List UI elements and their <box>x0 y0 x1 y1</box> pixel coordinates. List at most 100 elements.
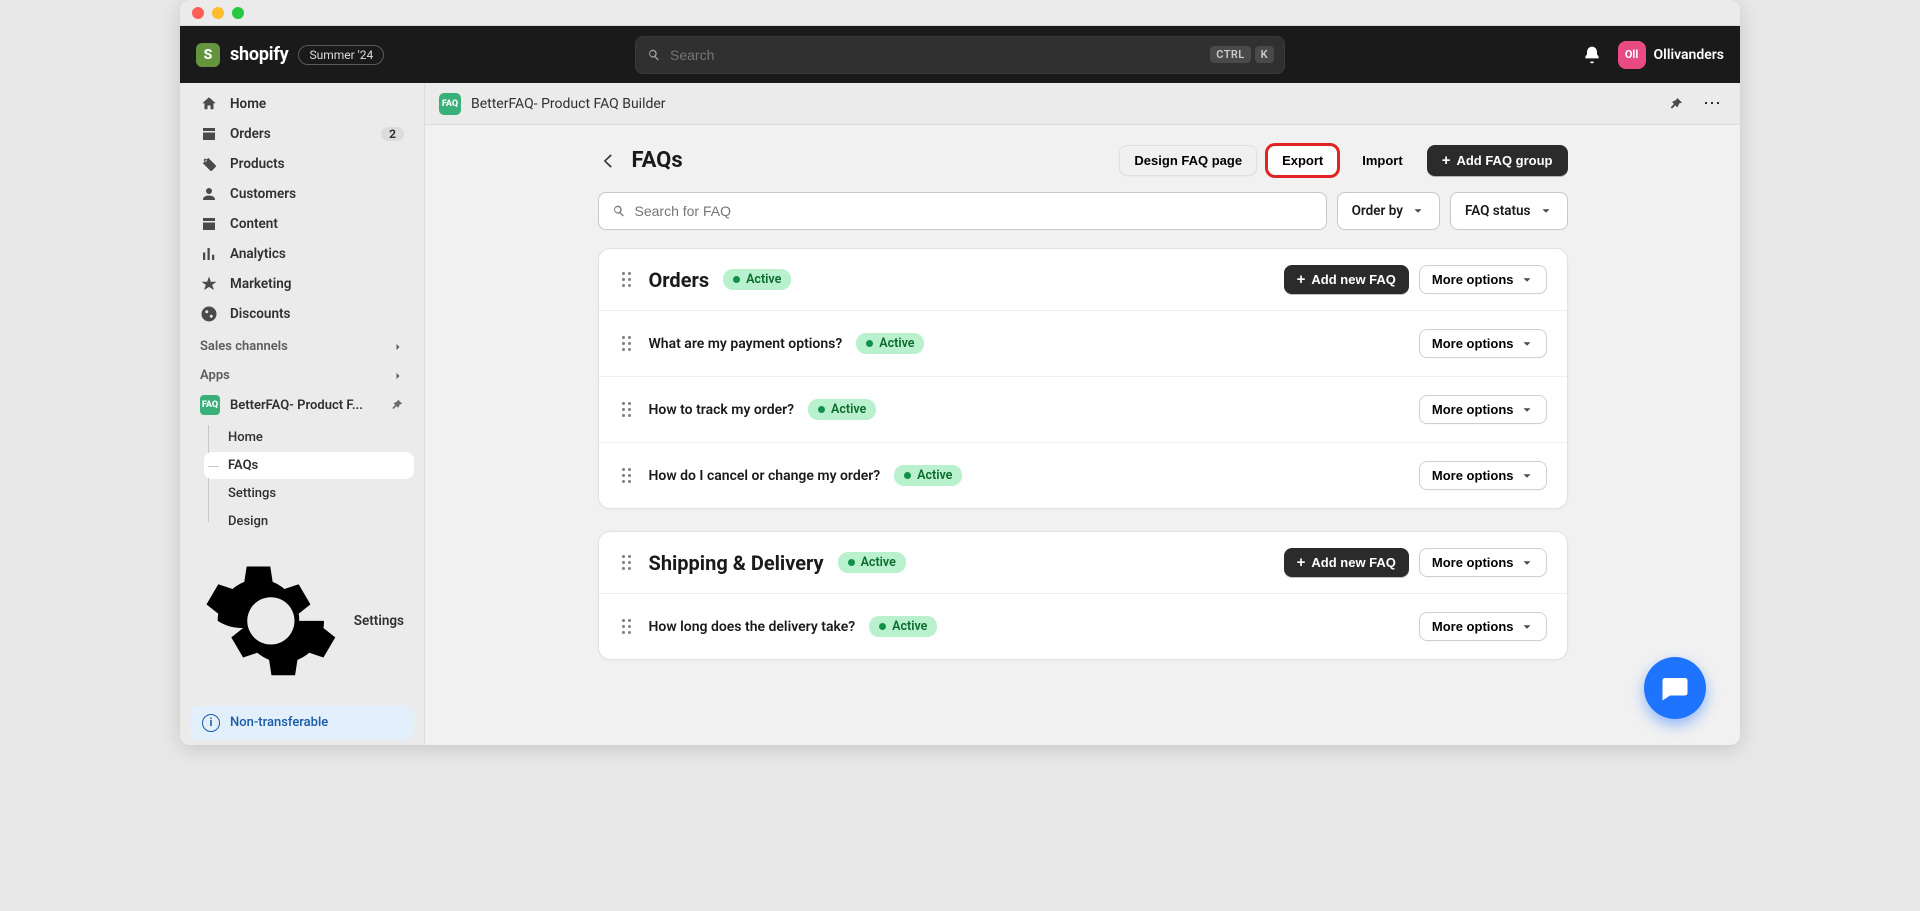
add-faq-group-button[interactable]: + Add FAQ group <box>1427 145 1568 176</box>
filter-row: Order by FAQ status <box>598 192 1568 230</box>
drag-handle-icon[interactable] <box>619 272 635 287</box>
faq-more-options-button[interactable]: More options <box>1419 612 1547 641</box>
drag-handle-icon[interactable] <box>619 468 635 483</box>
group-title: Orders <box>649 268 710 292</box>
app-sub-settings[interactable]: Settings <box>204 480 414 507</box>
add-faq-group-label: Add FAQ group <box>1456 153 1552 168</box>
notifications-icon[interactable] <box>1582 45 1602 65</box>
chevron-right-icon <box>392 341 404 353</box>
faq-more-options-button[interactable]: More options <box>1419 395 1547 424</box>
global-search[interactable]: CTRL K <box>635 36 1285 74</box>
non-transferable-banner[interactable]: i Non-transferable <box>190 706 414 740</box>
app-sub-faqs[interactable]: FAQs <box>204 452 414 479</box>
nav-label: Orders <box>230 126 271 142</box>
nav-content[interactable]: Content <box>190 209 414 239</box>
sidebar: Home Orders 2 Products Customers C <box>180 83 425 745</box>
top-bar: S shopify Summer '24 CTRL K Oll Ollivand… <box>180 26 1740 83</box>
back-arrow-icon[interactable] <box>598 151 618 171</box>
drag-handle-icon[interactable] <box>619 619 635 634</box>
faq-search[interactable] <box>598 192 1327 230</box>
account-menu[interactable]: Oll Ollivanders <box>1618 41 1724 69</box>
app-window: S shopify Summer '24 CTRL K Oll Ollivand… <box>180 0 1740 745</box>
chevron-down-icon <box>1539 204 1553 218</box>
app-sub-nav: Home FAQs Settings Design <box>204 423 414 536</box>
gear-icon <box>200 550 342 692</box>
more-options-label: More options <box>1432 272 1514 287</box>
search-icon <box>611 203 627 219</box>
window-minimize-button[interactable] <box>212 7 224 19</box>
pin-icon[interactable] <box>390 398 404 412</box>
add-new-faq-button[interactable]: + Add new FAQ <box>1284 265 1409 294</box>
nav-discounts[interactable]: Discounts <box>190 299 414 329</box>
nav-settings[interactable]: Settings <box>190 544 414 698</box>
section-apps[interactable]: Apps <box>180 358 424 387</box>
window-close-button[interactable] <box>192 7 204 19</box>
faq-question: How long does the delivery take? <box>649 619 856 635</box>
order-by-label: Order by <box>1352 203 1403 219</box>
sidebar-app-betterfaq[interactable]: FAQ BetterFAQ- Product F... <box>190 389 414 421</box>
more-options-button[interactable]: More options <box>1419 265 1547 294</box>
discounts-icon <box>200 305 218 323</box>
drag-handle-icon[interactable] <box>619 336 635 351</box>
section-label: Sales channels <box>200 339 288 354</box>
context-bar: FAQ BetterFAQ- Product FAQ Builder ⋯ <box>425 83 1740 125</box>
pin-icon <box>1668 96 1684 112</box>
faq-status-dropdown[interactable]: FAQ status <box>1450 192 1568 230</box>
window-titlebar <box>180 0 1740 26</box>
nav-marketing[interactable]: Marketing <box>190 269 414 299</box>
brand-logo-icon: S <box>196 43 220 67</box>
status-badge: Active <box>869 616 937 637</box>
more-actions-button[interactable]: ⋯ <box>1698 90 1726 118</box>
info-icon: i <box>202 714 220 732</box>
chat-fab-button[interactable] <box>1644 657 1706 719</box>
drag-handle-icon[interactable] <box>619 402 635 417</box>
content-icon <box>200 215 218 233</box>
app-sub-home[interactable]: Home <box>204 424 414 451</box>
nav-analytics[interactable]: Analytics <box>190 239 414 269</box>
context-actions: ⋯ <box>1662 90 1726 118</box>
more-options-label: More options <box>1432 336 1514 351</box>
orders-icon <box>200 125 218 143</box>
group-header: Shipping & Delivery Active + Add new FAQ… <box>599 532 1567 594</box>
group-actions: + Add new FAQ More options <box>1284 548 1547 577</box>
add-new-faq-button[interactable]: + Add new FAQ <box>1284 548 1409 577</box>
faq-more-options-button[interactable]: More options <box>1419 329 1547 358</box>
nav-products[interactable]: Products <box>190 149 414 179</box>
page-header: FAQs Design FAQ page Export Import + Add… <box>598 145 1568 176</box>
window-maximize-button[interactable] <box>232 7 244 19</box>
export-button[interactable]: Export <box>1267 145 1338 176</box>
nav-label: Products <box>230 156 285 172</box>
app-icon: FAQ <box>200 395 220 415</box>
sidebar-bottom: Settings i Non-transferable <box>180 536 424 745</box>
more-options-button[interactable]: More options <box>1419 548 1547 577</box>
section-sales-channels[interactable]: Sales channels <box>180 329 424 358</box>
nav-customers[interactable]: Customers <box>190 179 414 209</box>
faq-search-input[interactable] <box>635 203 1314 219</box>
more-options-label: More options <box>1432 402 1514 417</box>
nav-orders[interactable]: Orders 2 <box>190 119 414 149</box>
username-label: Ollivanders <box>1654 47 1724 63</box>
non-transferable-label: Non-transferable <box>230 715 328 730</box>
chevron-down-icon <box>1520 469 1534 483</box>
main: FAQ BetterFAQ- Product FAQ Builder ⋯ FAQ… <box>425 83 1740 745</box>
drag-handle-icon[interactable] <box>619 555 635 570</box>
nav-home[interactable]: Home <box>190 89 414 119</box>
global-search-input[interactable] <box>670 47 1202 63</box>
nav-label: Customers <box>230 186 296 202</box>
app-sub-design[interactable]: Design <box>204 508 414 535</box>
faq-row: How long does the delivery take? Active … <box>599 594 1567 659</box>
faq-group-shipping: Shipping & Delivery Active + Add new FAQ… <box>598 531 1568 660</box>
design-faq-page-button[interactable]: Design FAQ page <box>1119 145 1257 176</box>
import-button[interactable]: Import <box>1348 146 1416 175</box>
faq-group-orders: Orders Active + Add new FAQ More options <box>598 248 1568 509</box>
content-scroll[interactable]: FAQs Design FAQ page Export Import + Add… <box>425 125 1740 745</box>
nav-label: Analytics <box>230 246 286 262</box>
pin-page-button[interactable] <box>1662 90 1690 118</box>
chevron-down-icon <box>1520 337 1534 351</box>
order-by-dropdown[interactable]: Order by <box>1337 192 1440 230</box>
products-icon <box>200 155 218 173</box>
faq-more-options-button[interactable]: More options <box>1419 461 1547 490</box>
add-new-faq-label: Add new FAQ <box>1311 272 1396 287</box>
dots-icon: ⋯ <box>1703 95 1721 113</box>
chevron-down-icon <box>1520 556 1534 570</box>
